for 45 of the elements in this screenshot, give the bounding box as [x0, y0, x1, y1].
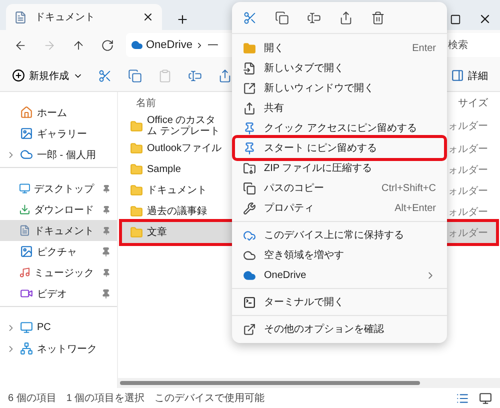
file-type: ォルダー	[448, 206, 489, 218]
file-name: Sample	[147, 164, 182, 175]
sidebar-label: ホーム	[37, 106, 67, 120]
menu-label: 共有	[264, 102, 284, 115]
menu-label: スタート にピン留めする	[264, 142, 377, 155]
sidebar-label: ギャラリー	[37, 128, 87, 140]
sidebar-label: ピクチャ	[37, 246, 77, 258]
menu-label: ターミナルで開く	[264, 296, 344, 309]
menu-label: OneDrive	[264, 270, 306, 280]
sidebar-label: デスクトップ	[34, 182, 94, 196]
sidebar-label: PC	[37, 322, 51, 333]
sidebar-label: ミュージック	[34, 266, 94, 280]
file-name: Outlookファイル	[147, 143, 222, 154]
menu-label: 新しいタブで開く	[264, 62, 344, 75]
shortcut-text: Alt+Enter	[394, 202, 436, 214]
file-type: ォルダー	[448, 184, 489, 198]
menu-label: 空き領域を増やす	[264, 248, 344, 262]
sidebar-label: ネットワーク	[37, 342, 97, 356]
shortcut-text: Ctrl+Shift+C	[382, 182, 436, 194]
status-text: 6 個の項目	[8, 392, 56, 405]
file-type: ォルダー	[448, 164, 489, 176]
sidebar-label: ドキュメント	[34, 224, 94, 238]
menu-label: 新しいウィンドウで開く	[264, 82, 374, 95]
menu-label: プロパティ	[264, 202, 314, 215]
file-name: Office のカスタム テンプレート	[147, 115, 221, 137]
shortcut-text: Enter	[412, 42, 436, 54]
menu-label: パスのコピー	[264, 182, 324, 195]
menu-label: クイック アクセスにピン留めする	[264, 122, 417, 135]
menu-label: 開く	[264, 42, 284, 55]
address-text: OneDrive	[146, 39, 192, 51]
status-text: 1 個の項目を選択	[66, 392, 145, 405]
menu-label: ZIP ファイルに圧縮する	[264, 162, 372, 175]
file-name: ドキュメント	[147, 185, 208, 196]
status-text: このデバイスで使用可能	[154, 392, 265, 405]
file-type: ォルダー	[448, 142, 489, 156]
sidebar-label: 一郎 - 個人用	[37, 148, 96, 162]
menu-label: その他のオプションを確認	[264, 322, 384, 336]
menu-label: このデバイス上に常に保持する	[264, 228, 404, 242]
file-name: 過去の議事録	[147, 206, 208, 217]
sidebar-label: ビデオ	[37, 288, 67, 300]
sidebar-label: ダウンロード	[34, 204, 94, 216]
file-name: 文章	[147, 227, 168, 238]
file-type: ォルダー	[448, 226, 489, 240]
file-type: ォルダー	[448, 120, 489, 133]
address-text: 一	[207, 38, 218, 52]
